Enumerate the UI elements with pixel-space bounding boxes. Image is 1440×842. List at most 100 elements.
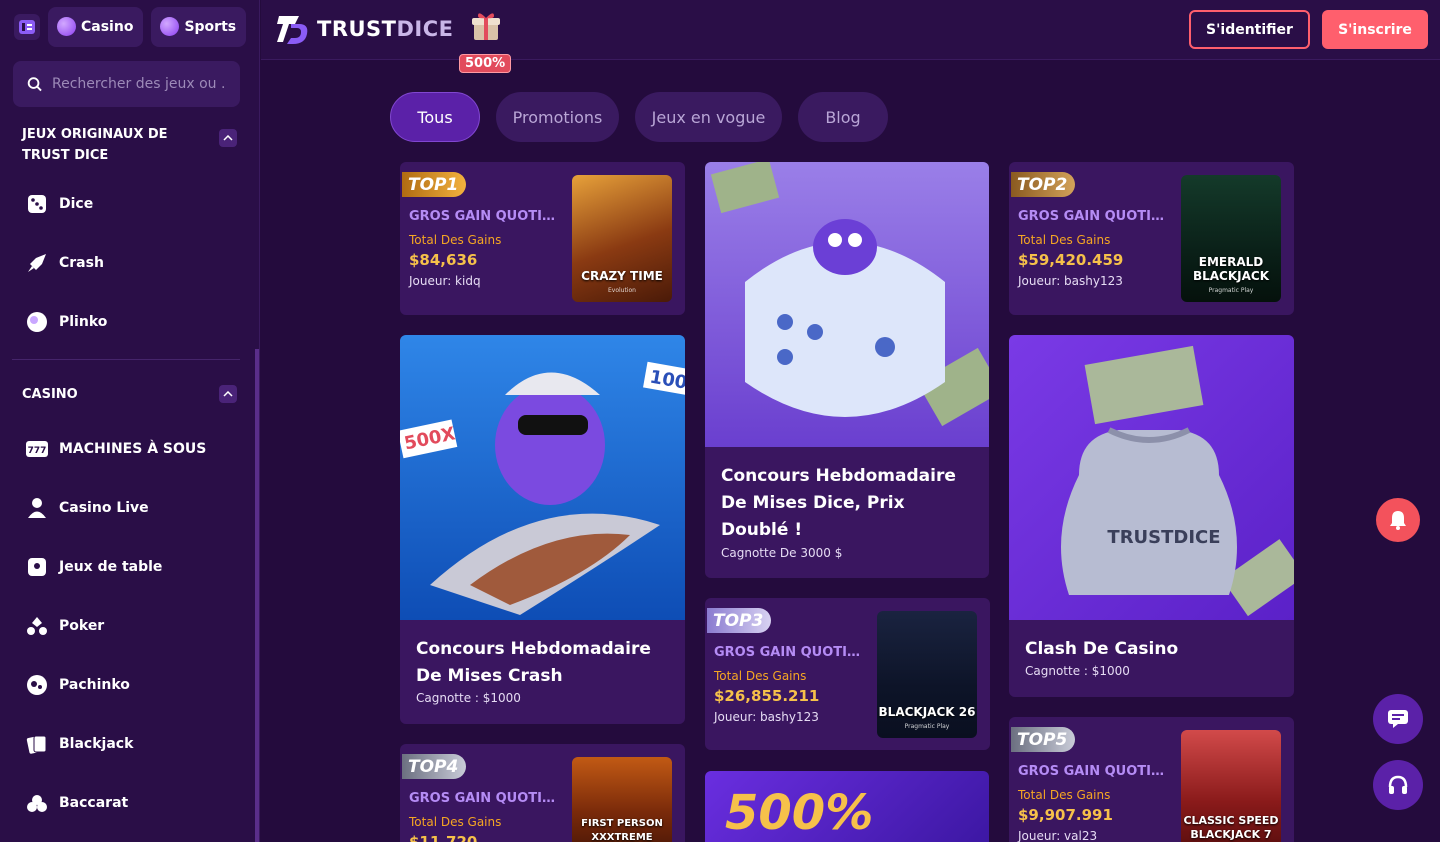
casino-nav-button[interactable]: Casino bbox=[48, 6, 144, 47]
player-name: Joueur: kidq bbox=[409, 274, 481, 288]
signup-button[interactable]: S'inscrire bbox=[1322, 10, 1428, 49]
sidebar-item-baccarat[interactable]: Baccarat bbox=[0, 773, 259, 832]
card-title: GROS GAIN QUOTIDIEN bbox=[714, 645, 867, 660]
game-thumbnail[interactable]: CLASSIC SPEED BLACKJACK 7 bbox=[1181, 730, 1281, 842]
sidebar-item-table-games[interactable]: Jeux de table bbox=[0, 537, 259, 596]
bonus-badge[interactable]: 500% bbox=[459, 54, 512, 73]
tab-all[interactable]: Tous bbox=[390, 92, 480, 142]
login-button[interactable]: S'identifier bbox=[1189, 10, 1310, 49]
slot-machine-icon: 777 bbox=[26, 438, 48, 460]
sidebar-item-live-casino[interactable]: Casino Live bbox=[0, 478, 259, 537]
sidebar-item-pachinko[interactable]: Pachinko bbox=[0, 655, 259, 714]
game-title: CLASSIC SPEED BLACKJACK 7 bbox=[1183, 814, 1279, 841]
promo-title: Concours Hebdomadaire De Mises Dice, Pri… bbox=[721, 466, 956, 540]
card-subtitle: Total Des Gains bbox=[1018, 788, 1111, 802]
top-header: TRUSTDICE 500% S'identifier S'inscrire bbox=[261, 0, 1440, 73]
sidebar-item-plinko[interactable]: Plinko bbox=[0, 292, 259, 351]
sidebar-item-crash[interactable]: Crash bbox=[0, 233, 259, 292]
bonus-banner[interactable]: 500% bbox=[705, 771, 989, 842]
bonus-banner-text: 500% bbox=[725, 785, 874, 841]
gift-icon[interactable] bbox=[470, 10, 502, 42]
card-title: GROS GAIN QUOTIDIEN bbox=[409, 209, 562, 224]
promo-prize: Cagnotte : $1000 bbox=[416, 691, 521, 705]
top-win-card[interactable]: TOP2 GROS GAIN QUOTIDIEN Total Des Gains… bbox=[1009, 162, 1294, 315]
casino-clash-image: TRUSTDICE bbox=[1009, 335, 1294, 620]
originals-section-header[interactable]: JEUX ORIGINAUX DE TRUST DICE bbox=[0, 124, 259, 166]
game-provider: Pragmatic Play bbox=[904, 723, 950, 730]
sidebar-item-label: Jeux de table bbox=[59, 558, 163, 575]
player-name: Joueur: bashy123 bbox=[714, 710, 819, 724]
table-games-icon bbox=[26, 556, 48, 578]
game-thumbnail[interactable]: FIRST PERSON XXXTREME bbox=[572, 757, 672, 842]
trustdice-logo[interactable]: TRUSTDICE bbox=[277, 12, 454, 46]
game-thumbnail[interactable]: EMERALD BLACKJACK Pragmatic Play bbox=[1181, 175, 1281, 302]
sidebar-item-label: Blackjack bbox=[59, 735, 134, 752]
top-win-card[interactable]: TOP3 GROS GAIN QUOTIDIEN Total Des Gains… bbox=[705, 598, 990, 750]
svg-text:777: 777 bbox=[28, 446, 47, 456]
casino-section-title: CASINO bbox=[22, 387, 78, 402]
menu-toggle-icon[interactable] bbox=[14, 13, 40, 40]
sidebar-item-label: MACHINES À SOUS bbox=[59, 440, 207, 457]
poker-suits-icon bbox=[26, 615, 48, 637]
sports-nav-button[interactable]: Sports bbox=[151, 6, 247, 47]
tab-promotions[interactable]: Promotions bbox=[496, 92, 619, 142]
card-subtitle: Total Des Gains bbox=[409, 815, 502, 829]
promo-prize: Cagnotte De 3000 $ bbox=[721, 546, 843, 560]
sidebar-item-label: Casino Live bbox=[59, 499, 149, 516]
sidebar-item-poker[interactable]: Poker bbox=[0, 596, 259, 655]
sports-nav-label: Sports bbox=[184, 18, 237, 35]
promo-card[interactable]: TRUSTDICE Clash De Casino Cagnotte : $10… bbox=[1009, 335, 1294, 697]
top-win-card[interactable]: TOP1 GROS GAIN QUOTIDIEN Total Des Gains… bbox=[400, 162, 685, 315]
sidebar-item-dice[interactable]: Dice bbox=[0, 174, 259, 233]
win-amount: $84,636 bbox=[409, 251, 478, 269]
game-title: BLACKJACK 26 bbox=[878, 705, 976, 719]
card-subtitle: Total Des Gains bbox=[1018, 233, 1111, 247]
card-subtitle: Total Des Gains bbox=[714, 669, 807, 683]
dice-promo-image bbox=[705, 162, 989, 447]
promo-card[interactable]: Concours Hebdomadaire De Mises Dice, Pri… bbox=[705, 162, 989, 578]
chevron-up-icon[interactable] bbox=[219, 129, 237, 147]
promo-card[interactable]: 500X 100 Concours Hebdomadaire De Mises … bbox=[400, 335, 685, 724]
player-name: Joueur: bashy123 bbox=[1018, 274, 1123, 288]
logo-text-dice: DICE bbox=[396, 17, 454, 41]
tab-trending-games[interactable]: Jeux en vogue bbox=[635, 92, 782, 142]
game-title: EMERALD BLACKJACK bbox=[1192, 255, 1270, 283]
top-win-card[interactable]: TOP5 GROS GAIN QUOTIDIEN Total Des Gains… bbox=[1009, 717, 1294, 842]
game-thumbnail[interactable]: BLACKJACK 26 Pragmatic Play bbox=[877, 611, 977, 738]
game-title: CRAZY TIME bbox=[581, 269, 663, 283]
win-amount: $9,907.991 bbox=[1018, 806, 1113, 824]
sidebar-item-blackjack[interactable]: Blackjack bbox=[0, 714, 259, 773]
pachinko-icon bbox=[26, 674, 48, 696]
headset-support-icon[interactable] bbox=[1373, 760, 1423, 810]
sidebar-scrollbar[interactable] bbox=[255, 349, 259, 842]
search-icon bbox=[27, 77, 42, 92]
win-amount: $26,855.211 bbox=[714, 687, 820, 705]
notification-bell-icon[interactable] bbox=[1376, 498, 1420, 542]
top-win-card[interactable]: TOP4 GROS GAIN QUOTIDIEN Total Des Gains… bbox=[400, 744, 685, 842]
dice-icon bbox=[26, 193, 48, 215]
sidebar-divider bbox=[12, 359, 240, 360]
card-title: GROS GAIN QUOTIDIEN bbox=[1018, 209, 1171, 224]
sidebar-item-label: Plinko bbox=[59, 313, 108, 330]
game-title: FIRST PERSON XXXTREME bbox=[581, 818, 663, 842]
search-input[interactable] bbox=[52, 76, 226, 92]
chat-icon[interactable] bbox=[1373, 694, 1423, 744]
casino-chip-icon bbox=[57, 17, 76, 36]
casino-section-header[interactable]: CASINO bbox=[0, 384, 259, 405]
originals-section-title: JEUX ORIGINAUX DE TRUST DICE bbox=[22, 127, 168, 163]
player-name: Joueur: val23 bbox=[1018, 829, 1098, 842]
trustdice-logo-icon bbox=[277, 16, 308, 44]
sidebar-item-label: Poker bbox=[59, 617, 105, 634]
tab-blog[interactable]: Blog bbox=[798, 92, 888, 142]
sports-ball-icon bbox=[160, 17, 180, 36]
game-provider: Pragmatic Play bbox=[1208, 287, 1254, 294]
chevron-up-icon[interactable] bbox=[219, 385, 237, 403]
sidebar-item-slots[interactable]: 777 MACHINES À SOUS bbox=[0, 419, 259, 478]
game-thumbnail[interactable]: CRAZY TIME Evolution bbox=[572, 175, 672, 302]
win-amount: $11,720 bbox=[409, 833, 478, 842]
plinko-icon bbox=[26, 311, 48, 333]
game-provider: Evolution bbox=[608, 287, 636, 294]
search-box[interactable] bbox=[13, 61, 240, 107]
sidebar-item-label: Baccarat bbox=[59, 794, 129, 811]
rank-badge: TOP3 bbox=[707, 608, 772, 633]
